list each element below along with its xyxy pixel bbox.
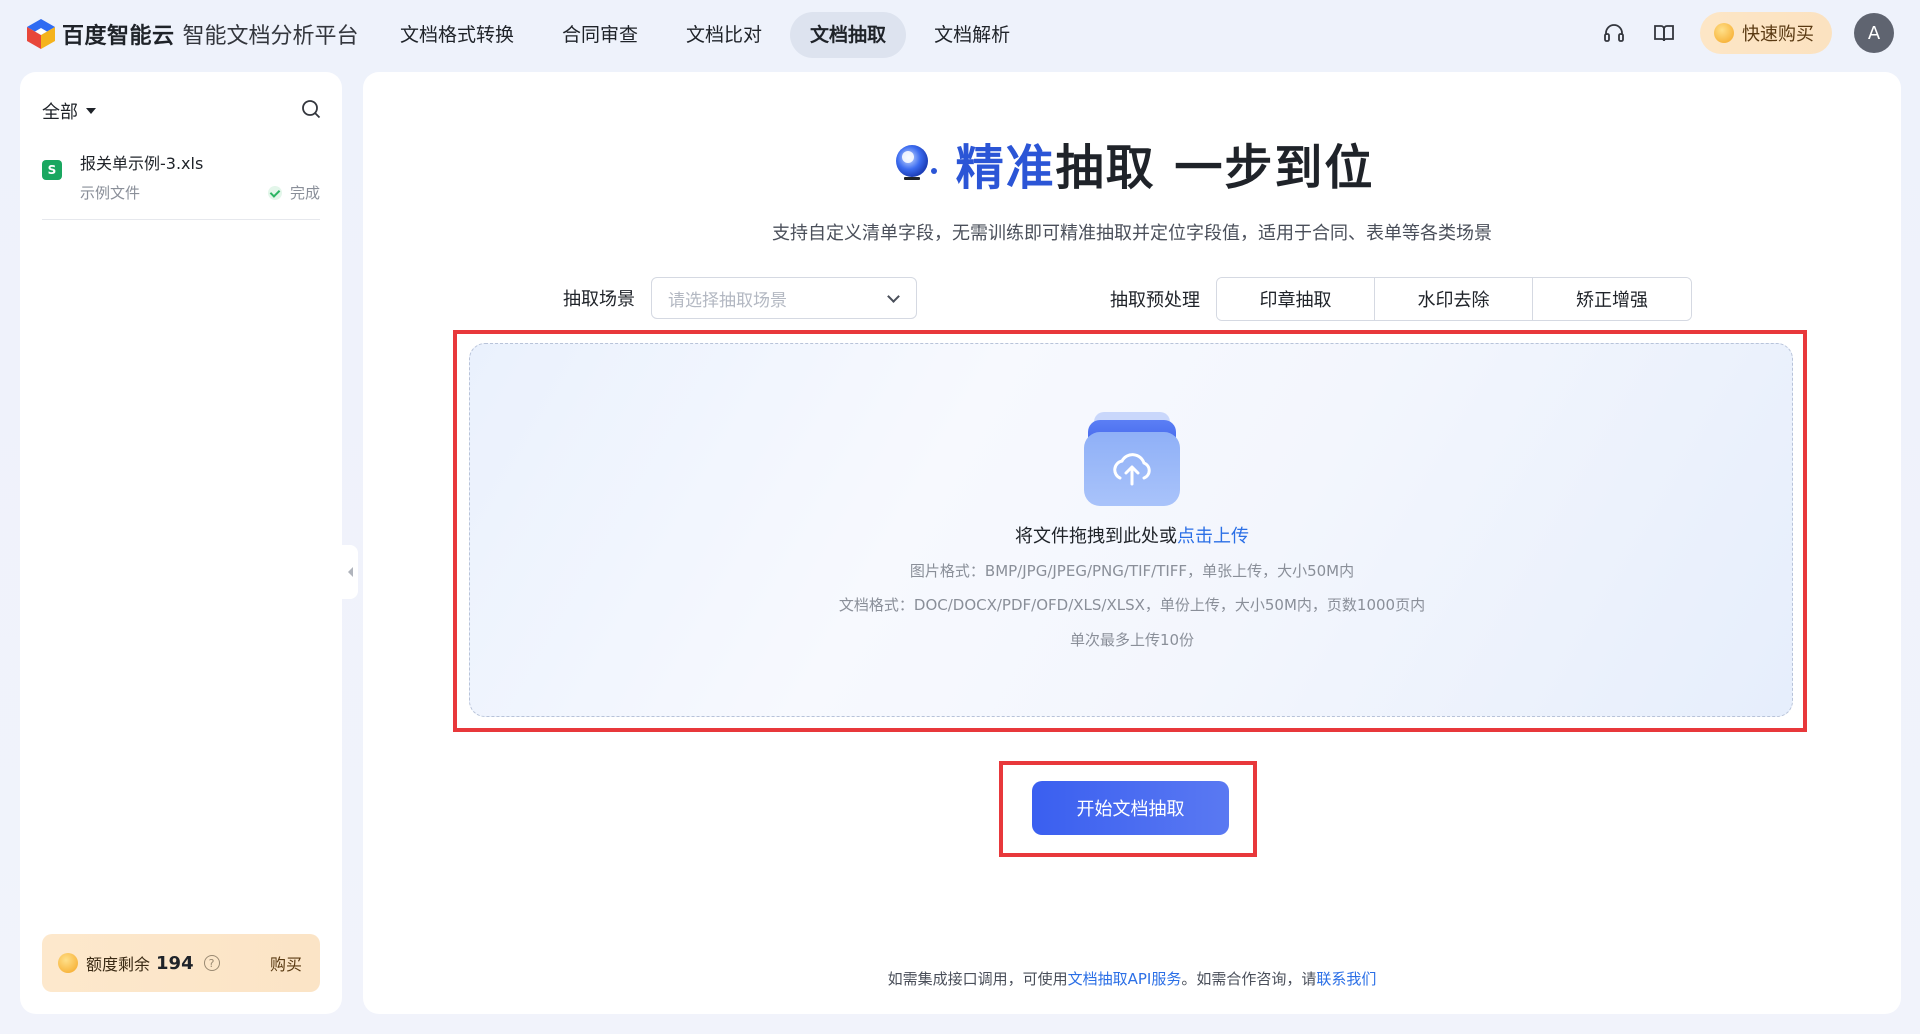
search-icon[interactable]	[300, 98, 322, 120]
avatar[interactable]: A	[1854, 13, 1894, 53]
upload-dropzone[interactable]: 将文件拖拽到此处或点击上传 图片格式：BMP/JPG/JPEG/PNG/TIF/…	[469, 343, 1793, 717]
api-service-link[interactable]: 文档抽取API服务	[1068, 970, 1182, 988]
footer-middle: 。如需合作咨询，请	[1181, 970, 1317, 988]
file-filter-dropdown[interactable]: 全部	[42, 98, 96, 124]
spreadsheet-icon: S	[42, 160, 62, 180]
quick-buy-button[interactable]: 快速购买	[1700, 12, 1832, 54]
top-right-actions: 快速购买 A	[1600, 12, 1894, 54]
main-nav: 文档格式转换 合同审查 文档比对 文档抽取 文档解析	[380, 12, 1038, 58]
nav-contract-review[interactable]: 合同审查	[542, 12, 658, 58]
quota-label: 额度剩余	[86, 955, 151, 974]
chevron-down-icon	[887, 290, 900, 303]
headset-icon[interactable]	[1600, 19, 1628, 47]
contact-us-link[interactable]: 联系我们	[1316, 970, 1376, 988]
preprocess-segmented-control: 印章抽取 水印去除 矫正增强	[1216, 277, 1692, 321]
option-watermark-removal[interactable]: 水印去除	[1375, 278, 1533, 320]
quota-buy-button[interactable]: 购买	[270, 951, 302, 975]
upload-limit-hint: 单次最多上传10份	[1069, 631, 1195, 649]
nav-format-conversion[interactable]: 文档格式转换	[380, 12, 534, 58]
caret-down-icon	[86, 108, 96, 114]
scene-selector: 抽取场景 请选择抽取场景	[563, 277, 917, 319]
top-navigation: 百度智能云 智能文档分析平台 文档格式转换 合同审查 文档比对 文档抽取 文档解…	[0, 0, 1920, 70]
scene-placeholder: 请选择抽取场景	[668, 290, 787, 311]
quick-buy-label: 快速购买	[1742, 24, 1814, 45]
list-item[interactable]: S 报关单示例-3.xls 示例文件 完成	[42, 140, 320, 220]
brand-name: 百度智能云	[62, 24, 175, 49]
footer-note: 如需集成接口调用，可使用文档抽取API服务。如需合作咨询，请联系我们	[363, 968, 1901, 989]
start-extraction-button[interactable]: 开始文档抽取	[1032, 781, 1229, 835]
option-correction-enhance[interactable]: 矫正增强	[1533, 278, 1691, 320]
preprocess-label: 抽取预处理	[1110, 290, 1200, 311]
document-format-hint: 文档格式：DOC/DOCX/PDF/OFD/XLS/XLSX，单份上传，大小50…	[838, 596, 1426, 614]
coin-icon	[58, 953, 78, 973]
file-type: 示例文件	[80, 184, 141, 202]
sidebar-collapse-handle[interactable]	[342, 545, 358, 599]
footer-prefix: 如需集成接口调用，可使用	[887, 970, 1068, 988]
image-format-hint: 图片格式：BMP/JPG/JPEG/PNG/TIF/TIFF，单张上传，大小50…	[909, 562, 1355, 580]
main-panel: 精准抽取 一步到位 支持自定义清单字段，无需训练即可精准抽取并定位字段值，适用于…	[363, 72, 1901, 1014]
logo[interactable]: 百度智能云 智能文档分析平台	[26, 18, 359, 50]
book-icon[interactable]	[1650, 19, 1678, 47]
dropzone-instruction: 将文件拖拽到此处或点击上传	[470, 522, 1794, 548]
status-badge: 完成	[267, 182, 320, 203]
extraction-logo-icon	[895, 145, 937, 180]
coin-icon	[1714, 23, 1734, 43]
check-circle-icon	[267, 185, 282, 200]
file-sidebar: 全部 S 报关单示例-3.xls 示例文件 完成 额度剩余 194 ? 购买	[20, 72, 342, 1014]
page-subtitle: 支持自定义清单字段，无需训练即可精准抽取并定位字段值，适用于合同、表单等各类场景	[772, 223, 1492, 244]
chevron-left-icon	[347, 567, 353, 577]
help-icon[interactable]: ?	[203, 955, 220, 971]
cube-logo-icon	[27, 19, 55, 49]
scene-label: 抽取场景	[563, 289, 635, 310]
quota-bar: 额度剩余 194 ? 购买	[42, 934, 320, 992]
nav-doc-extraction[interactable]: 文档抽取	[790, 12, 907, 58]
preprocess-options: 抽取预处理 印章抽取 水印去除 矫正增强	[1110, 277, 1692, 321]
page-title-rest: 抽取 一步到位	[1055, 140, 1375, 196]
file-status-label: 完成	[289, 184, 320, 202]
click-upload-link[interactable]: 点击上传	[1177, 526, 1249, 547]
file-filter-label: 全部	[42, 102, 78, 123]
scene-select[interactable]: 请选择抽取场景	[651, 277, 917, 319]
cloud-upload-icon	[1084, 412, 1180, 506]
dropzone-text: 将文件拖拽到此处或	[1015, 526, 1177, 547]
option-seal-extraction[interactable]: 印章抽取	[1217, 278, 1375, 320]
quota-value: 194	[156, 952, 194, 974]
product-name: 智能文档分析平台	[182, 24, 359, 49]
nav-doc-parsing[interactable]: 文档解析	[914, 12, 1030, 58]
page-title-accent: 精准	[955, 140, 1056, 196]
page-title: 精准抽取 一步到位	[956, 128, 1375, 198]
nav-doc-compare[interactable]: 文档比对	[666, 12, 782, 58]
hero-heading: 精准抽取 一步到位	[363, 128, 1901, 198]
file-name: 报关单示例-3.xls	[80, 154, 204, 173]
